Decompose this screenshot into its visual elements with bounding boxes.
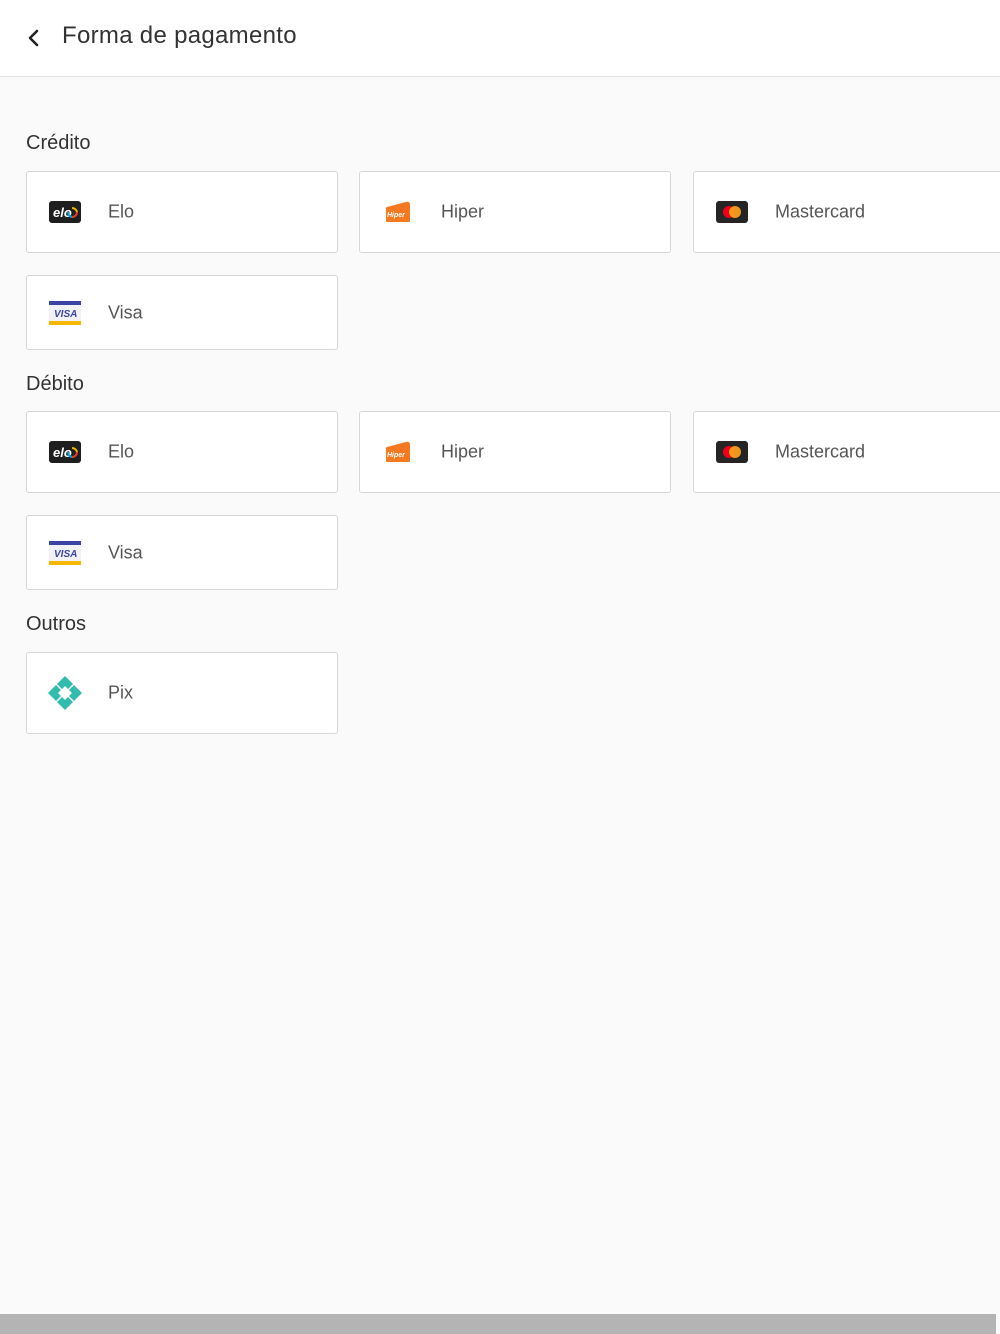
option-label: Pix	[108, 682, 134, 703]
elo-logo-icon: elo	[47, 198, 83, 226]
svg-text:elo: elo	[53, 445, 72, 460]
option-label: Elo	[108, 201, 135, 222]
option-label: Visa	[108, 542, 143, 562]
svg-text:VISA: VISA	[54, 549, 77, 560]
page-title: Forma de pagamento	[62, 22, 297, 49]
option-label: Mastercard	[775, 441, 866, 462]
mastercard-logo-icon	[714, 438, 750, 466]
pix-logo-icon	[47, 676, 83, 710]
svg-text:Hiper: Hiper	[387, 452, 406, 459]
hiper-logo-icon: Hiper	[380, 438, 416, 466]
option-label: Hiper	[441, 441, 485, 462]
section-title-credito: Crédito	[26, 132, 91, 154]
credito-visa-option[interactable]: VISA Visa	[26, 275, 338, 350]
option-label: Elo	[108, 441, 135, 462]
payment-method-screen: Forma de pagamento Crédito elo Elo Hiper…	[0, 0, 1000, 1334]
visa-logo-icon: VISA	[47, 539, 83, 567]
elo-logo-icon: elo	[47, 438, 83, 466]
horizontal-scrollbar[interactable]	[0, 1314, 996, 1334]
debito-visa-option[interactable]: VISA Visa	[26, 515, 338, 590]
option-label: Hiper	[441, 201, 485, 222]
outros-pix-option[interactable]: Pix	[26, 652, 338, 734]
debito-elo-option[interactable]: elo Elo	[26, 411, 338, 493]
section-title-outros: Outros	[26, 613, 87, 635]
back-button[interactable]	[16, 20, 52, 56]
svg-text:elo: elo	[53, 205, 72, 220]
credito-elo-option[interactable]: elo Elo	[26, 171, 338, 253]
option-label: Visa	[108, 302, 143, 322]
svg-text:Hiper: Hiper	[387, 212, 406, 219]
visa-logo-icon: VISA	[47, 299, 83, 327]
section-title-debito: Débito	[26, 373, 84, 395]
option-label: Mastercard	[775, 201, 866, 222]
credito-mastercard-option[interactable]: Mastercard	[693, 171, 1000, 253]
debito-mastercard-option[interactable]: Mastercard	[693, 411, 1000, 493]
credito-hiper-option[interactable]: Hiper Hiper	[359, 171, 671, 253]
debito-hiper-option[interactable]: Hiper Hiper	[359, 411, 671, 493]
header-bar: Forma de pagamento	[0, 0, 1000, 77]
mastercard-logo-icon	[714, 198, 750, 226]
svg-text:VISA: VISA	[54, 309, 77, 320]
chevron-left-icon	[28, 29, 39, 47]
hiper-logo-icon: Hiper	[380, 198, 416, 226]
